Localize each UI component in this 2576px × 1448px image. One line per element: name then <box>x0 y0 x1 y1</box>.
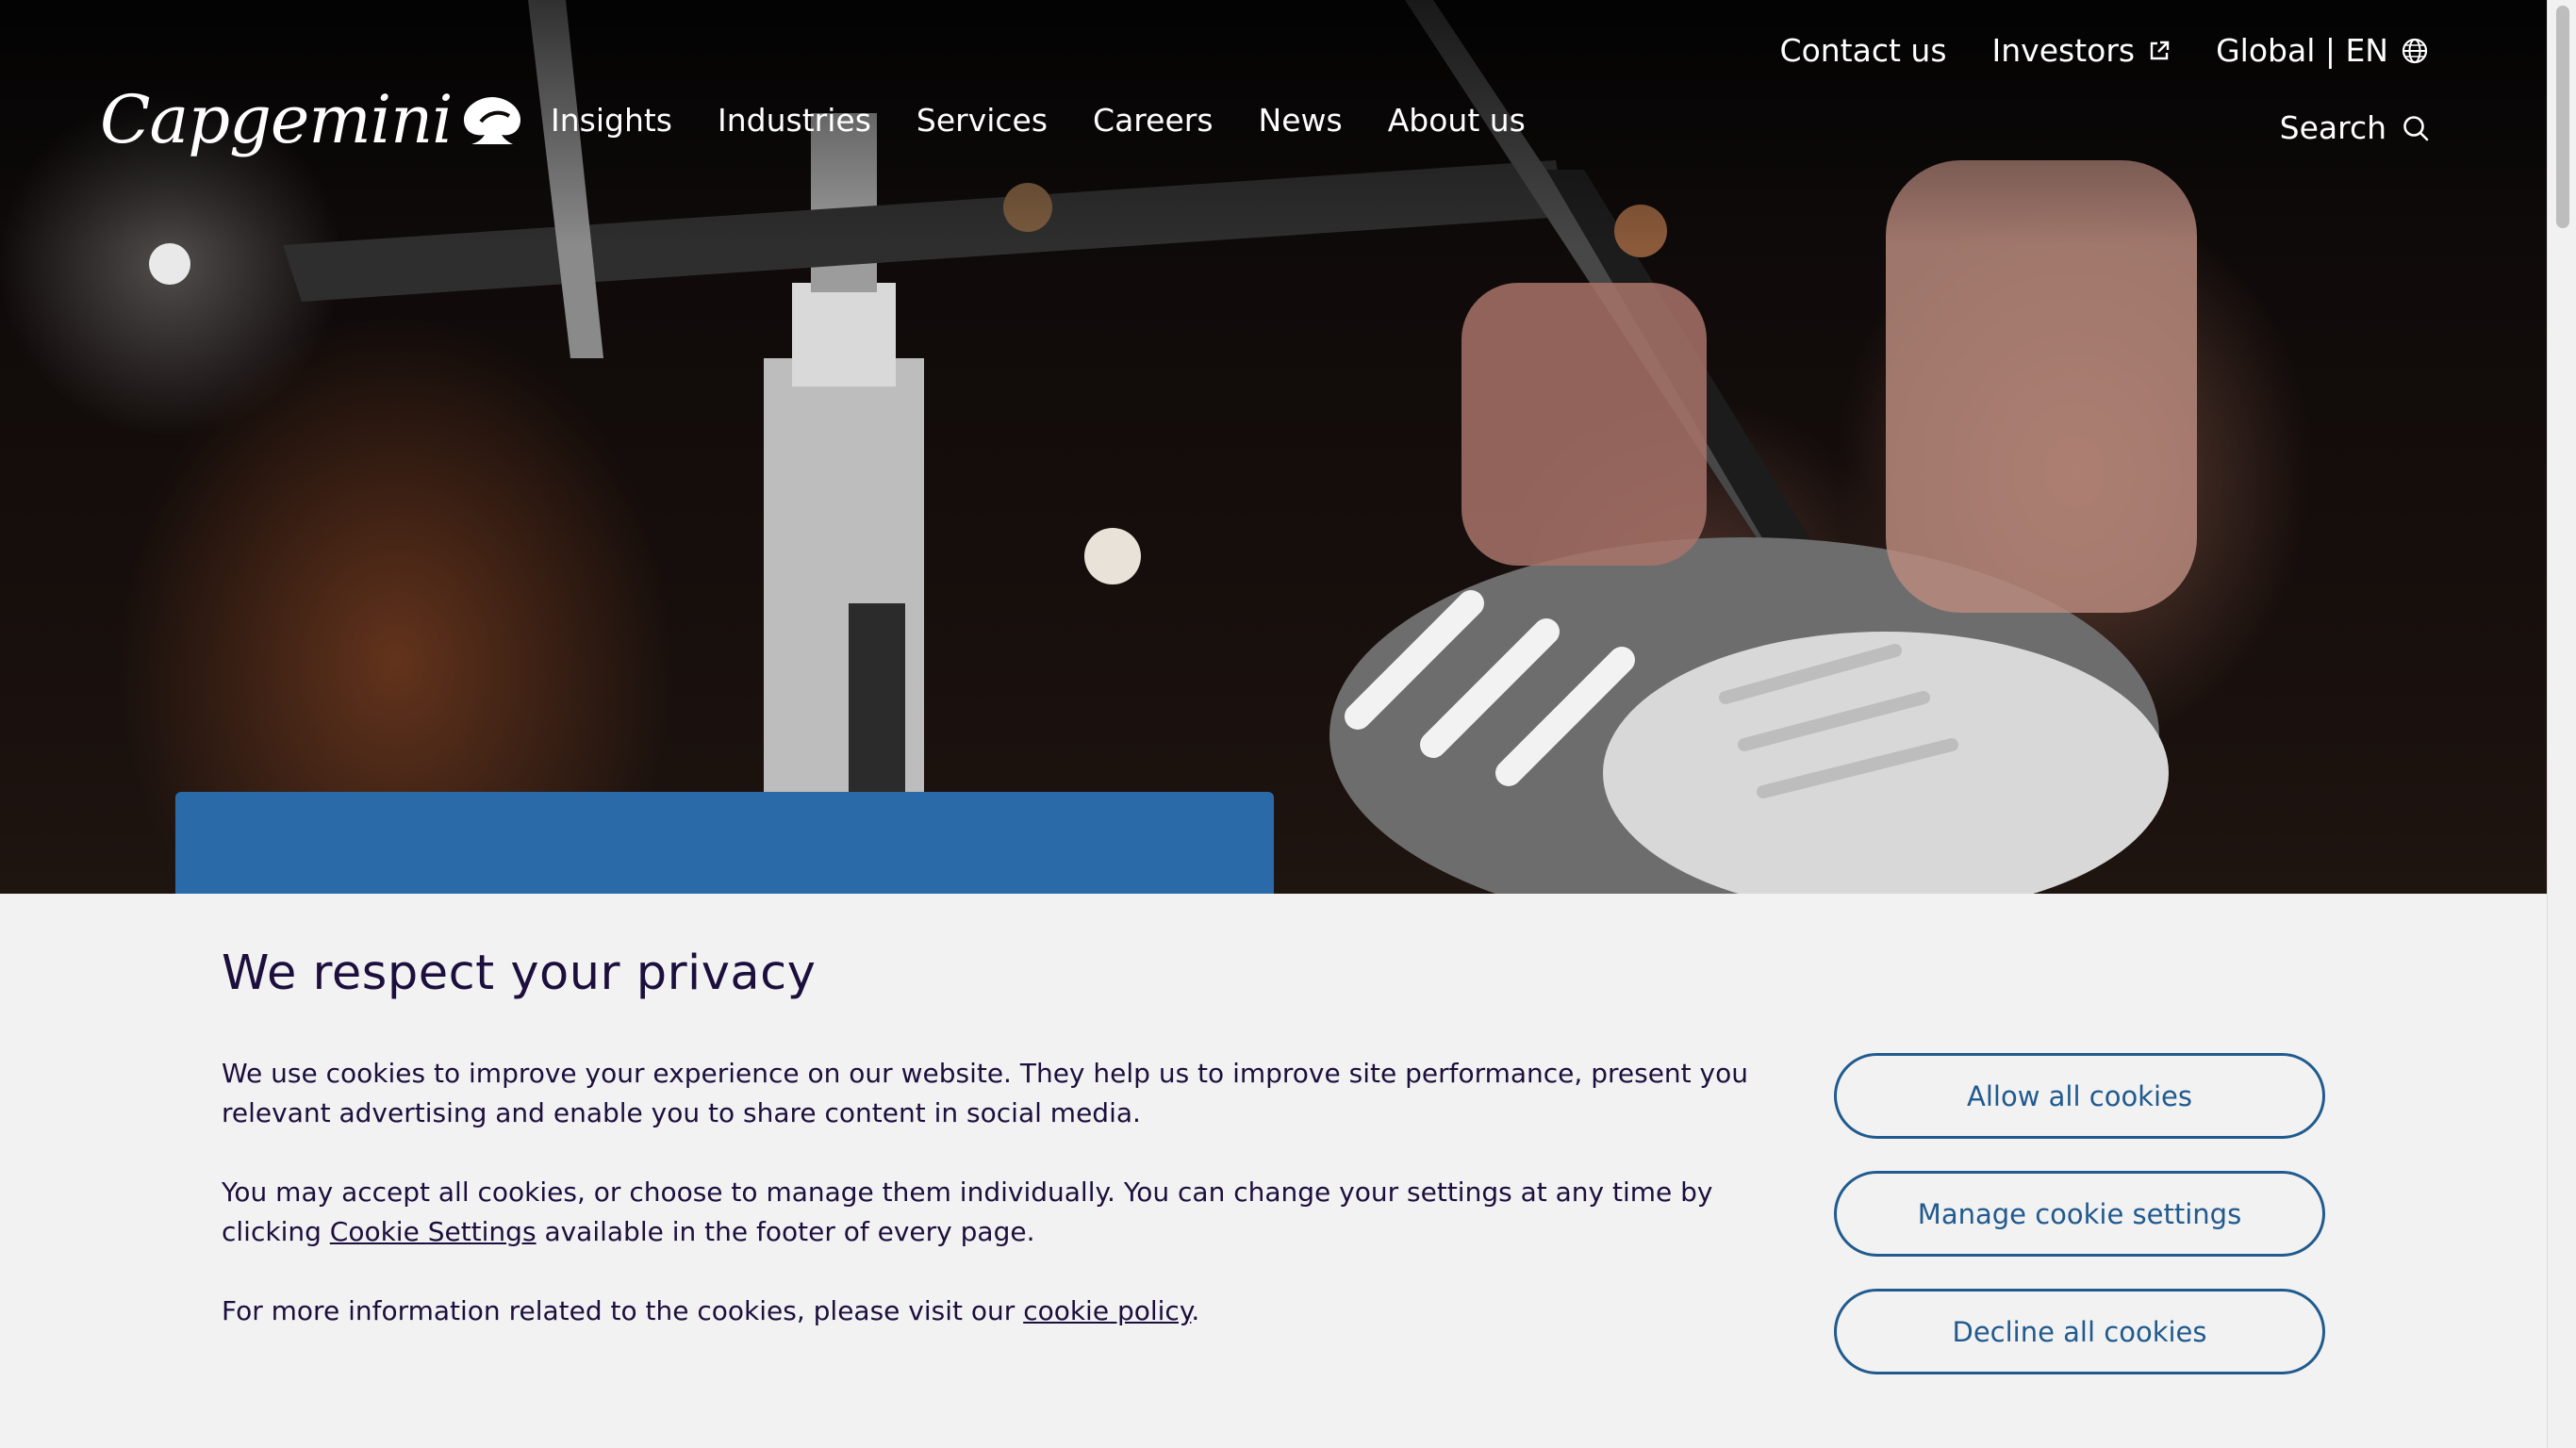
p3-text-before: For more information related to the cook… <box>222 1295 1024 1326</box>
capgemini-logo[interactable]: Capgemini <box>100 81 522 158</box>
privacy-paragraph-3: For more information related to the cook… <box>222 1292 1749 1331</box>
cookie-settings-link[interactable]: Cookie Settings <box>330 1216 537 1247</box>
p3-text-after: . <box>1191 1295 1200 1326</box>
nav-insights[interactable]: Insights <box>551 102 672 139</box>
decline-all-cookies-button[interactable]: Decline all cookies <box>1834 1289 2325 1374</box>
search-button[interactable]: Search <box>2280 109 2430 146</box>
main-navigation: Insights Industries Services Careers New… <box>551 102 1526 139</box>
logo-wordmark: Capgemini <box>100 81 454 158</box>
nav-careers[interactable]: Careers <box>1093 102 1213 139</box>
allow-all-cookies-button[interactable]: Allow all cookies <box>1834 1053 2325 1139</box>
contact-us-link[interactable]: Contact us <box>1780 32 1947 69</box>
nav-services[interactable]: Services <box>916 102 1048 139</box>
scrollbar-thumb[interactable] <box>2556 6 2569 228</box>
investors-link[interactable]: Investors <box>1992 32 2171 69</box>
privacy-paragraph-1: We use cookies to improve your experienc… <box>222 1058 1748 1128</box>
p2-text-after: available in the footer of every page. <box>536 1216 1035 1247</box>
privacy-paragraph-2: You may accept all cookies, or choose to… <box>222 1173 1749 1252</box>
privacy-body: We use cookies to improve your experienc… <box>222 1054 1749 1371</box>
locale-label: Global | EN <box>2216 32 2388 69</box>
locale-selector[interactable]: Global | EN <box>2216 32 2428 69</box>
external-link-icon <box>2150 41 2170 59</box>
hero-content-card <box>175 792 1274 894</box>
contact-us-label: Contact us <box>1779 32 1947 69</box>
privacy-title: We respect your privacy <box>222 946 817 1001</box>
cookie-policy-link[interactable]: cookie policy <box>1023 1295 1191 1326</box>
search-label: Search <box>2279 109 2386 146</box>
spade-logo-icon <box>463 97 520 144</box>
hero-banner: Capgemini Insights Industries Services C… <box>0 0 2547 894</box>
utility-navigation: Contact us Investors Global | EN <box>1780 32 2428 69</box>
nav-industries[interactable]: Industries <box>718 102 871 139</box>
investors-label: Investors <box>1991 32 2136 69</box>
manage-cookie-settings-button[interactable]: Manage cookie settings <box>1834 1171 2325 1257</box>
globe-icon <box>2402 38 2428 63</box>
page-scrollbar[interactable] <box>2547 0 2576 1448</box>
search-icon <box>2403 115 2429 140</box>
page: Capgemini Insights Industries Services C… <box>0 0 2576 1448</box>
cookie-buttons: Allow all cookies Manage cookie settings… <box>1834 1053 2325 1374</box>
nav-about-us[interactable]: About us <box>1388 102 1526 139</box>
cookie-consent-banner: We respect your privacy We use cookies t… <box>0 894 2547 1448</box>
nav-news[interactable]: News <box>1259 102 1343 139</box>
